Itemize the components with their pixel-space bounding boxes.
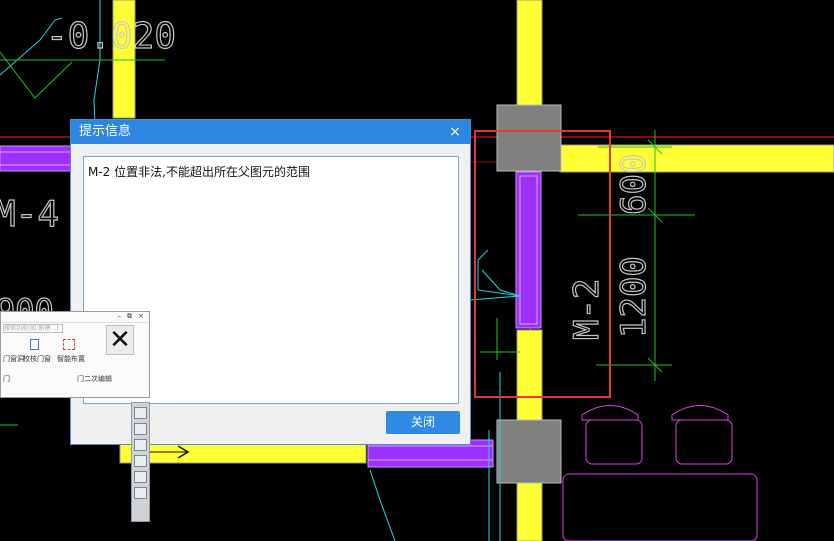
dialog-title: 提示信息 [79,124,132,139]
mini-panel-titlebar: – ⧉ × [1,312,149,323]
vertical-toolbar [131,402,150,522]
restore-icon[interactable]: ⧉ [127,312,132,321]
door-element-m2[interactable] [515,171,542,329]
close-button[interactable]: 关闭 [386,411,460,434]
mini-search-input[interactable]: 搜索功能(如:刚建…) [3,324,63,333]
door-label-m2: M-2 [567,279,607,340]
smart-layout-icon [63,339,75,350]
tool-icon-4[interactable] [134,455,147,467]
tool-icon-6[interactable] [134,487,147,499]
furniture-chairs[interactable] [562,405,758,541]
column-top[interactable] [496,104,562,172]
window-close-icon[interactable]: × [138,312,144,320]
door-element-m4[interactable] [0,145,73,172]
tool-icon-2[interactable] [134,423,147,435]
elevation-label: -0.020 [46,16,176,57]
mini-group-door-label: 门 [3,375,10,383]
close-icon[interactable]: × [448,120,462,144]
dialog-message: M-2 位置非法,不能超出所在父图元的范围 [88,165,310,179]
column-bottom[interactable] [496,419,562,484]
mini-item-check-door[interactable]: 校核门窗 [23,354,51,364]
mini-item-opening[interactable]: 门窗洞 [3,354,24,364]
dimension-600-label: 600 [614,154,654,215]
mini-group-edit-label: 门二次编辑 [77,375,112,383]
rotate-icon[interactable] [134,471,147,483]
minimize-icon[interactable]: – [118,312,122,320]
dimension-1200-label: 1200 [614,256,654,338]
dialog-title-bar[interactable]: 提示信息 × [71,120,470,144]
mini-item-smart-layout[interactable]: 智能布置 [57,354,85,364]
panel-close-button[interactable]: ✕ [106,325,134,355]
door-icon [30,339,39,350]
door-label-m4: M-4 [0,194,59,235]
tool-icon-3[interactable] [134,439,147,451]
tool-icon-1[interactable] [134,407,147,419]
